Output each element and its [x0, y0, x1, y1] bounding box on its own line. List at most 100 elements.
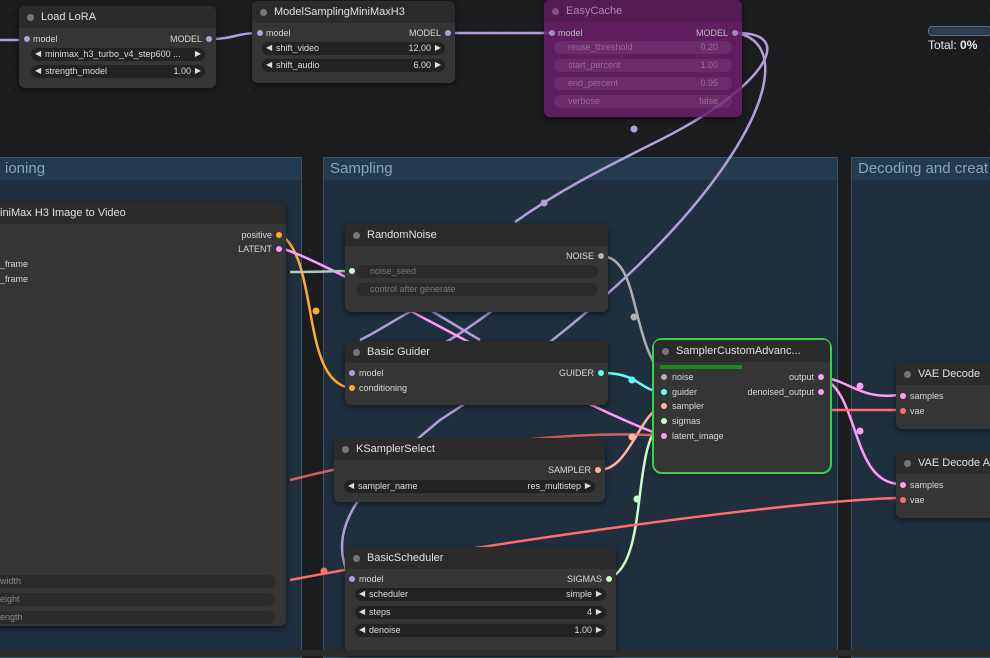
- arrow-left-icon[interactable]: ◀: [266, 60, 272, 69]
- output-pin[interactable]: [206, 36, 212, 42]
- output-pin[interactable]: [445, 30, 451, 36]
- execution-progress-bar: [660, 365, 742, 369]
- input-label: _frame: [0, 259, 29, 269]
- scheduler-combo[interactable]: ◀ scheduler simple ▶: [355, 588, 606, 601]
- collapse-dot-icon[interactable]: [353, 555, 360, 562]
- steps-widget[interactable]: ◀ steps 4 ▶: [355, 606, 606, 619]
- sampler-name-combo[interactable]: ◀ sampler_name res_multistep ▶: [344, 480, 595, 493]
- node-easycache[interactable]: EasyCache model MODEL reuse_threshold 0.2…: [544, 0, 742, 117]
- denoise-widget[interactable]: ◀ denoise 1.00 ▶: [355, 624, 606, 637]
- input-pin[interactable]: [900, 393, 906, 399]
- arrow-right-icon[interactable]: ▶: [195, 66, 201, 75]
- collapse-dot-icon[interactable]: [342, 446, 349, 453]
- arrow-right-icon[interactable]: ▶: [596, 607, 602, 616]
- collapse-dot-icon[interactable]: [904, 371, 911, 378]
- strength-model-widget[interactable]: ◀ strength_model 1.00 ▶: [31, 65, 205, 78]
- node-ksampler-select[interactable]: KSamplerSelect SAMPLER ◀ sampler_name res_…: [334, 438, 605, 502]
- collapse-dot-icon[interactable]: [260, 9, 267, 16]
- arrow-left-icon[interactable]: ◀: [348, 481, 354, 490]
- node-model-sampling[interactable]: ModelSamplingMiniMaxH3 model MODEL ◀ shif…: [252, 1, 455, 83]
- output-pin[interactable]: [595, 467, 601, 473]
- output-pin[interactable]: [818, 374, 824, 380]
- input-label: samples: [910, 391, 944, 401]
- input-pin[interactable]: [661, 389, 667, 395]
- output-label: SAMPLER: [547, 465, 591, 475]
- verbose-toggle[interactable]: verbose false: [554, 95, 732, 108]
- input-pin[interactable]: [349, 268, 355, 274]
- arrow-left-icon[interactable]: ◀: [359, 607, 365, 616]
- input-pin[interactable]: [661, 418, 667, 424]
- start-percent-widget[interactable]: start_percent 1.00: [554, 59, 732, 72]
- input-label: samples: [910, 480, 944, 490]
- input-label: vae: [910, 406, 925, 416]
- input-pin[interactable]: [349, 385, 355, 391]
- output-label: GUIDER: [558, 368, 594, 378]
- output-label: output: [788, 372, 814, 382]
- arrow-left-icon[interactable]: ◀: [35, 49, 41, 58]
- length-widget[interactable]: ength: [0, 611, 275, 624]
- arrow-right-icon[interactable]: ▶: [596, 589, 602, 598]
- arrow-left-icon[interactable]: ◀: [359, 625, 365, 634]
- node-load-lora[interactable]: Load LoRA model MODEL ◀ minimax_h3_turbo_…: [19, 6, 216, 88]
- node-vae-decode-audio[interactable]: VAE Decode Au samples vae: [896, 452, 990, 518]
- queue-progress-bar: [928, 26, 990, 36]
- arrow-right-icon[interactable]: ▶: [596, 625, 602, 634]
- node-random-noise[interactable]: RandomNoise NOISE noise_seed control aft…: [345, 224, 608, 312]
- input-pin[interactable]: [349, 370, 355, 376]
- collapse-dot-icon[interactable]: [27, 14, 34, 21]
- noise-seed-widget[interactable]: noise_seed: [356, 265, 598, 278]
- input-pin[interactable]: [24, 36, 30, 42]
- control-after-generate-widget[interactable]: control after generate: [356, 283, 598, 296]
- input-pin[interactable]: [661, 433, 667, 439]
- node-title: KSamplerSelect: [356, 443, 435, 455]
- input-pin[interactable]: [900, 497, 906, 503]
- input-pin[interactable]: [900, 482, 906, 488]
- output-label: SIGMAS: [566, 574, 602, 584]
- end-percent-widget[interactable]: end_percent 0.95: [554, 77, 732, 90]
- output-pin[interactable]: [606, 576, 612, 582]
- input-pin[interactable]: [349, 576, 355, 582]
- width-widget[interactable]: width: [0, 575, 275, 588]
- bottom-scrollbar[interactable]: [0, 650, 990, 656]
- arrow-right-icon[interactable]: ▶: [435, 60, 441, 69]
- collapse-dot-icon[interactable]: [552, 8, 559, 15]
- node-title: VAE Decode Au: [918, 457, 990, 469]
- input-pin[interactable]: [900, 408, 906, 414]
- height-widget[interactable]: eight: [0, 593, 275, 606]
- output-pin[interactable]: [598, 370, 604, 376]
- reuse-threshold-widget[interactable]: reuse_threshold 0.20: [554, 41, 732, 54]
- arrow-left-icon[interactable]: ◀: [359, 589, 365, 598]
- output-pin[interactable]: [276, 232, 282, 238]
- input-label: sampler: [672, 401, 705, 411]
- node-title: RandomNoise: [367, 229, 437, 241]
- arrow-right-icon[interactable]: ▶: [195, 49, 201, 58]
- collapse-dot-icon[interactable]: [904, 460, 911, 467]
- input-label: model: [266, 28, 291, 38]
- input-pin[interactable]: [661, 374, 667, 380]
- node-title: SamplerCustomAdvanc...: [676, 345, 801, 357]
- arrow-left-icon[interactable]: ◀: [35, 66, 41, 75]
- shift-audio-widget[interactable]: ◀ shift_audio 6.00 ▶: [262, 59, 445, 72]
- input-pin[interactable]: [549, 30, 555, 36]
- arrow-left-icon[interactable]: ◀: [266, 43, 272, 52]
- collapse-dot-icon[interactable]: [662, 348, 669, 355]
- output-pin[interactable]: [732, 30, 738, 36]
- output-pin[interactable]: [276, 246, 282, 252]
- lora-name-combo[interactable]: ◀ minimax_h3_turbo_v4_step600 ... ▶: [31, 48, 205, 61]
- input-pin[interactable]: [257, 30, 263, 36]
- shift-video-widget[interactable]: ◀ shift_video 12.00 ▶: [262, 42, 445, 55]
- output-pin[interactable]: [818, 389, 824, 395]
- node-basic-scheduler[interactable]: BasicScheduler model SIGMAS ◀ scheduler si…: [345, 547, 616, 656]
- output-label: MODEL: [169, 34, 202, 44]
- output-pin[interactable]: [598, 253, 604, 259]
- node-vae-decode[interactable]: VAE Decode samples vae: [896, 363, 990, 429]
- node-title: Basic Guider: [367, 346, 430, 358]
- node-sampler-custom-advanced[interactable]: SamplerCustomAdvanc... noise guider samp…: [652, 338, 832, 474]
- input-pin[interactable]: [661, 403, 667, 409]
- node-image-to-video[interactable]: iniMax H3 Image to Video positive LATENT…: [0, 202, 286, 626]
- arrow-right-icon[interactable]: ▶: [585, 481, 591, 490]
- collapse-dot-icon[interactable]: [353, 349, 360, 356]
- node-basic-guider[interactable]: Basic Guider model conditioning GUIDER: [345, 341, 608, 405]
- collapse-dot-icon[interactable]: [353, 232, 360, 239]
- arrow-right-icon[interactable]: ▶: [435, 43, 441, 52]
